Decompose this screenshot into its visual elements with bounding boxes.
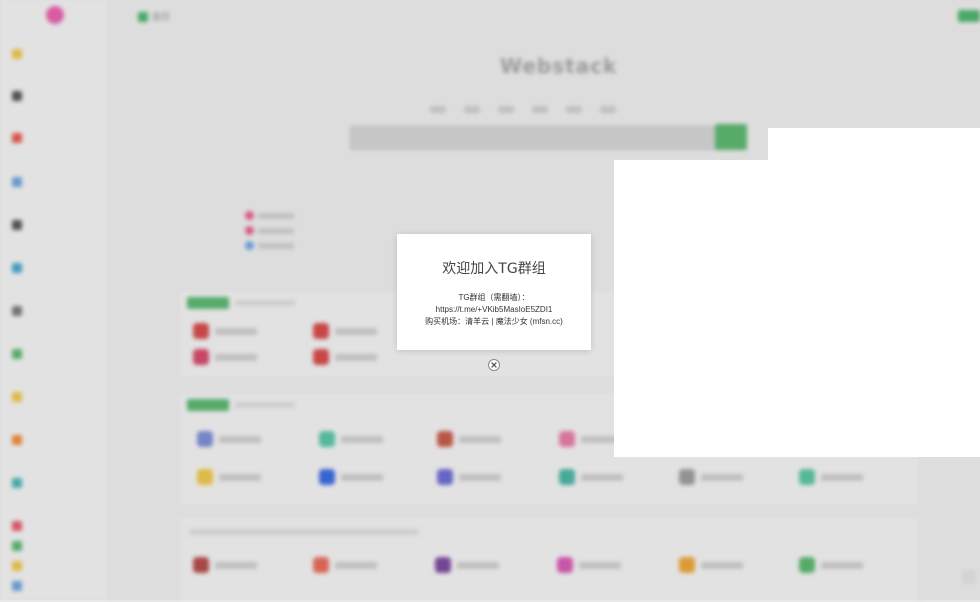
modal-body: TG群组（需翻墙）： https://t.me/+VKib5MasIoE5ZDI…: [397, 292, 591, 328]
close-glyph: [491, 362, 497, 368]
blank-panel: [614, 160, 980, 457]
modal-line-link[interactable]: https://t.me/+VKib5MasIoE5ZDI1: [397, 304, 591, 316]
modal-title: 欢迎加入TG群组: [442, 261, 546, 277]
modal-line-group: TG群组（需翻墙）：: [458, 293, 530, 302]
welcome-modal: 欢迎加入TG群组 TG群组（需翻墙）： https://t.me/+VKib5M…: [397, 234, 591, 350]
close-icon[interactable]: [488, 359, 500, 371]
modal-line-purchase[interactable]: 购买机场：清羊云 | 魔法少女 (mfsn.cc): [397, 316, 591, 328]
blank-panel: [768, 128, 980, 160]
